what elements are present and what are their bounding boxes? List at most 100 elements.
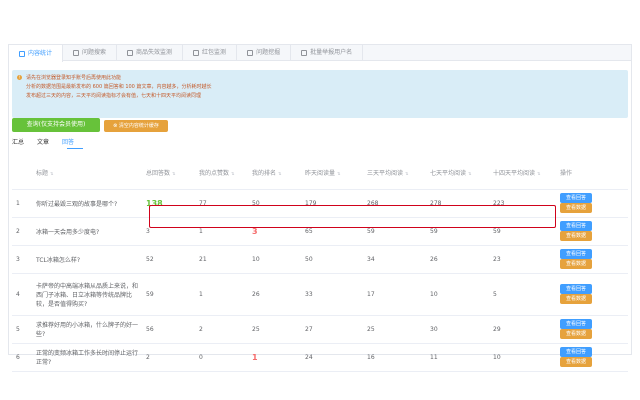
row-total: 59 [146, 290, 154, 298]
table-row: 6 正常的变频冰箱工作多长时间停止运行正常? 2 0 1 24 16 11 10 查看回答查看数据 [12, 343, 628, 372]
row-yesterday: 27 [305, 325, 313, 333]
tab-label: 批量举报用户名 [310, 49, 353, 56]
tab-question-mining[interactable]: 问题挖掘 [237, 45, 292, 61]
row-likes: 21 [199, 255, 207, 263]
subtab-articles[interactable]: 文章 [37, 137, 49, 146]
row-rank: 25 [252, 325, 260, 333]
row-actions: 查看回答查看数据 [556, 245, 628, 274]
subtab-answers[interactable]: 回答 [62, 137, 74, 146]
header-my-likes[interactable]: 我的点赞数 ⇅ [195, 157, 248, 190]
header-avg14[interactable]: 十四天平均阅读 ⇅ [489, 157, 556, 190]
view-answer-button[interactable]: 查看回答 [560, 319, 593, 329]
tab-product-monitor[interactable]: 商品失效监测 [117, 45, 184, 61]
sort-icon[interactable]: ⇅ [231, 171, 234, 176]
clear-icon: ⊗ [113, 123, 118, 129]
alert-line: 分析的数据范围是最新发布的 600 篇回答和 100 篇文章，内容越多，分析耗时… [26, 84, 212, 90]
view-answer-button[interactable]: 查看回答 [560, 221, 593, 231]
row-total: 3 [146, 227, 150, 235]
row-avg14: 10 [493, 353, 501, 361]
sort-icon[interactable]: ⇅ [50, 171, 53, 176]
row-actions: 查看回答查看数据 [556, 343, 628, 372]
chart-icon [19, 50, 25, 57]
tab-batch-report[interactable]: 批量举报用户名 [291, 45, 364, 61]
view-data-button[interactable]: 查看数据 [560, 294, 593, 304]
row-total: 56 [146, 325, 154, 333]
header-avg7[interactable]: 七天平均阅读 ⇅ [426, 157, 489, 190]
view-data-button[interactable]: 查看数据 [560, 357, 593, 367]
tab-bar: 内容统计 问题搜索 商品失效监测 红包监测 问题挖掘 批量举报用户名 [9, 45, 631, 62]
tab-content-stats[interactable]: 内容统计 [9, 45, 64, 62]
row-title: TCL冰箱怎么样? [36, 256, 81, 264]
row-index: 1 [16, 199, 20, 207]
table-header-row: 标题 ⇅ 总回答数 ⇅ 我的点赞数 ⇅ 我的排名 ⇅ 昨天阅读量 ⇅ 三天平均阅读 ⇅ 七天… [12, 157, 628, 190]
row-avg3: 17 [367, 290, 375, 298]
row-avg14: 59 [493, 227, 501, 235]
clear-cache-button[interactable]: ⊗ 清空内容统计缓存 [104, 120, 168, 132]
query-button[interactable]: 查询(仅支持会员使用) [12, 118, 100, 132]
sort-icon[interactable]: ⇅ [278, 171, 281, 176]
tab-label: 问题搜索 [82, 49, 107, 56]
view-answer-button[interactable]: 查看回答 [560, 347, 593, 357]
tab-question-search[interactable]: 问题搜索 [63, 45, 118, 61]
subtab-bar: 汇总 文章 回答 [12, 137, 74, 146]
header-total-answers[interactable]: 总回答数 ⇅ [142, 157, 195, 190]
header-actions: 操作 [556, 157, 628, 190]
sort-icon[interactable]: ⇅ [337, 171, 340, 176]
row-index: 6 [16, 353, 20, 361]
row-rank: 26 [252, 290, 260, 298]
table-row: 1 你听过最毁三观的故事是哪个? 138 77 50 179 268 278 223 查看回答查看… [12, 189, 628, 218]
view-answer-button[interactable]: 查看回答 [560, 249, 593, 259]
header-avg3[interactable]: 三天平均阅读 ⇅ [363, 157, 426, 190]
search-icon [73, 50, 80, 56]
row-index: 3 [16, 255, 20, 263]
answers-table: 标题 ⇅ 总回答数 ⇅ 我的点赞数 ⇅ 我的排名 ⇅ 昨天阅读量 ⇅ 三天平均阅读 ⇅ 七天… [12, 157, 628, 372]
row-likes: 1 [199, 227, 203, 235]
row-avg7: 11 [430, 353, 438, 361]
row-avg7: 30 [430, 325, 438, 333]
row-rank: 1 [252, 352, 258, 362]
sort-icon[interactable]: ⇅ [172, 171, 175, 176]
row-likes: 1 [199, 290, 203, 298]
view-data-button[interactable]: 查看数据 [560, 231, 593, 241]
row-index: 4 [16, 290, 20, 298]
gift-icon [193, 50, 200, 56]
view-data-button[interactable]: 查看数据 [560, 329, 593, 339]
content-stats-panel: 内容统计 问题搜索 商品失效监测 红包监测 问题挖掘 批量举报用户名 ! 请先在… [8, 44, 632, 372]
view-answer-button[interactable]: 查看回答 [560, 193, 593, 203]
header-title[interactable]: 标题 ⇅ [32, 157, 142, 190]
table-row: 3 TCL冰箱怎么样? 52 21 10 50 34 26 23 查看回答查看数据 [12, 245, 628, 274]
row-yesterday: 50 [305, 255, 313, 263]
row-index: 5 [16, 325, 20, 333]
sort-icon[interactable]: ⇅ [405, 171, 408, 176]
row-total: 2 [146, 353, 150, 361]
row-title: 正常的变频冰箱工作多长时间停止运行正常? [36, 350, 139, 366]
sort-icon[interactable]: ⇅ [468, 171, 471, 176]
view-answer-button[interactable]: 查看回答 [560, 284, 593, 294]
row-avg7: 278 [430, 199, 442, 207]
header-my-rank[interactable]: 我的排名 ⇅ [248, 157, 301, 190]
row-actions: 查看回答查看数据 [556, 273, 628, 316]
tab-label: 问题挖掘 [256, 49, 281, 56]
tab-label: 红包监测 [202, 49, 227, 56]
row-yesterday: 65 [305, 227, 313, 235]
row-rank: 3 [252, 226, 258, 236]
row-avg3: 59 [367, 227, 375, 235]
subtab-active-indicator [67, 148, 83, 149]
row-likes: 77 [199, 199, 207, 207]
row-avg7: 10 [430, 290, 438, 298]
sort-icon[interactable]: ⇅ [537, 171, 540, 176]
row-avg7: 59 [430, 227, 438, 235]
clear-cache-label: 清空内容统计缓存 [118, 123, 159, 129]
header-yesterday-reads[interactable]: 昨天阅读量 ⇅ [301, 157, 363, 190]
row-likes: 2 [199, 325, 203, 333]
view-data-button[interactable]: 查看数据 [560, 259, 593, 269]
row-avg3: 34 [367, 255, 375, 263]
row-total: 138 [146, 198, 163, 208]
tab-label: 内容统计 [28, 49, 53, 57]
subtab-summary[interactable]: 汇总 [12, 137, 24, 146]
tab-redpacket-monitor[interactable]: 红包监测 [183, 45, 238, 61]
row-avg14: 223 [493, 199, 505, 207]
monitor-icon [127, 50, 134, 56]
alert-line: 请先在浏览器登录知乎账号后再使用此功能 [26, 75, 122, 81]
view-data-button[interactable]: 查看数据 [560, 203, 593, 213]
